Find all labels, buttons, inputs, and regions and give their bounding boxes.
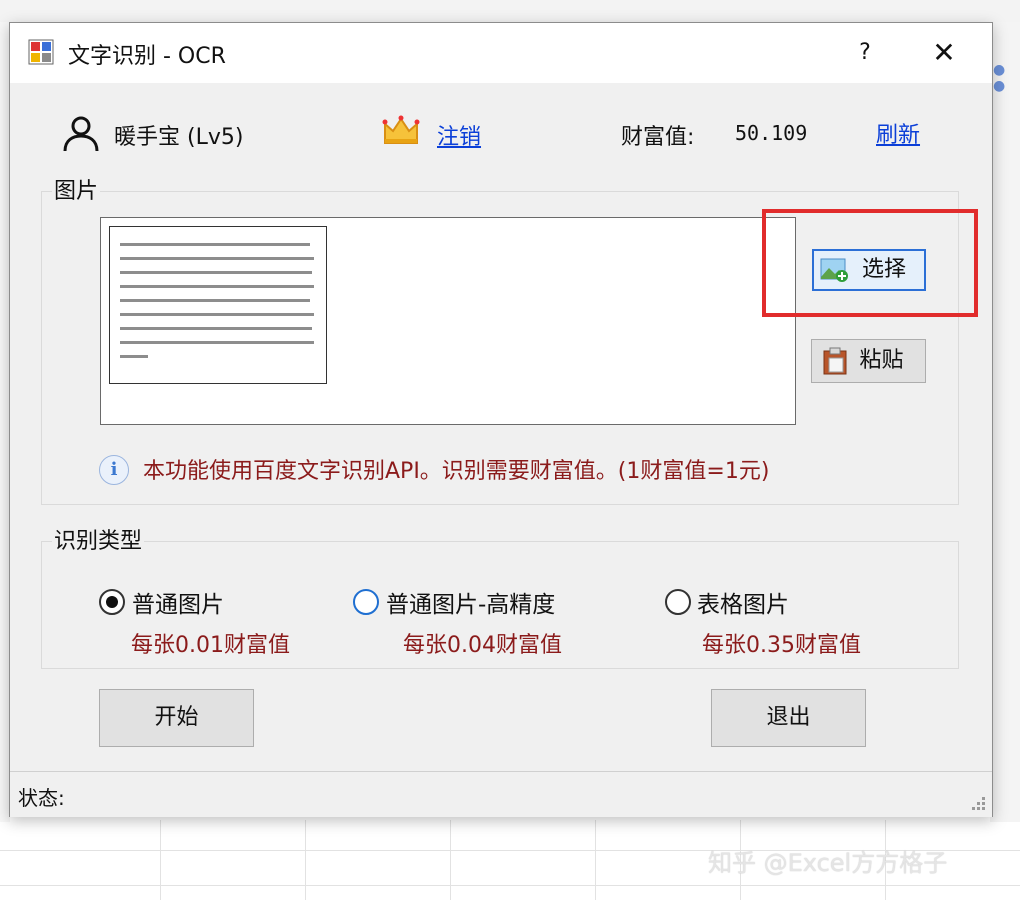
paste-label: 粘贴	[859, 348, 904, 373]
background-gridline	[0, 885, 1020, 886]
cost-high-accuracy: 每张0.04财富值	[403, 633, 562, 658]
radio-table-image[interactable]	[665, 589, 691, 615]
radio-label-table-image[interactable]: 表格图片	[697, 585, 789, 619]
background-gridline	[450, 820, 451, 900]
type-group-label: 识别类型	[52, 523, 145, 555]
title-bar: 文字识别 - OCR ? ✕	[10, 23, 992, 83]
paste-image-button[interactable]: 粘贴	[811, 339, 926, 383]
background-gridline	[595, 820, 596, 900]
wealth-label: 财富值:	[621, 125, 695, 150]
crown-icon	[382, 115, 420, 144]
cost-table-image: 每张0.35财富值	[702, 633, 861, 658]
image-preview	[100, 217, 796, 425]
radio-high-accuracy[interactable]	[353, 589, 379, 615]
background-gridline	[160, 820, 161, 900]
exit-button[interactable]: 退出	[711, 689, 866, 747]
info-icon: i	[99, 455, 129, 485]
app-icon	[28, 39, 54, 65]
background-dots: ● ●	[993, 62, 1007, 94]
status-label: 状态:	[18, 786, 65, 810]
username: 暖手宝 (Lv5)	[114, 125, 244, 150]
dialog-title: 文字识别 - OCR	[68, 44, 226, 69]
start-button[interactable]: 开始	[99, 689, 254, 747]
ocr-dialog: 文字识别 - OCR ? ✕ 暖手宝 (Lv5) 注销 财富值: 50.109 …	[9, 22, 993, 817]
info-text: 本功能使用百度文字识别API。识别需要财富值。(1财富值=1元)	[143, 459, 770, 484]
annotation-highlight	[762, 209, 978, 317]
preview-thumbnail	[109, 226, 327, 384]
help-button[interactable]: ?	[845, 35, 885, 71]
clipboard-icon	[823, 347, 847, 375]
radio-label-normal-image[interactable]: 普通图片	[132, 585, 224, 619]
background-gridline	[305, 820, 306, 900]
wealth-value: 50.109	[735, 121, 808, 145]
background-ribbon	[0, 0, 1020, 22]
image-group-label: 图片	[52, 173, 101, 205]
background-right-strip	[990, 22, 1020, 822]
watermark: 知乎 @Excel方方格子	[708, 849, 948, 877]
close-button[interactable]: ✕	[922, 35, 966, 71]
status-bar: 状态:	[10, 771, 992, 817]
cost-normal-image: 每张0.01财富值	[131, 633, 290, 658]
radio-label-high-accuracy[interactable]: 普通图片-高精度	[386, 585, 555, 619]
user-icon	[63, 116, 99, 152]
refresh-link[interactable]: 刷新	[876, 117, 920, 149]
radio-normal-image[interactable]	[99, 589, 125, 615]
logout-link[interactable]: 注销	[437, 119, 481, 151]
resize-grip-icon[interactable]	[968, 793, 986, 811]
